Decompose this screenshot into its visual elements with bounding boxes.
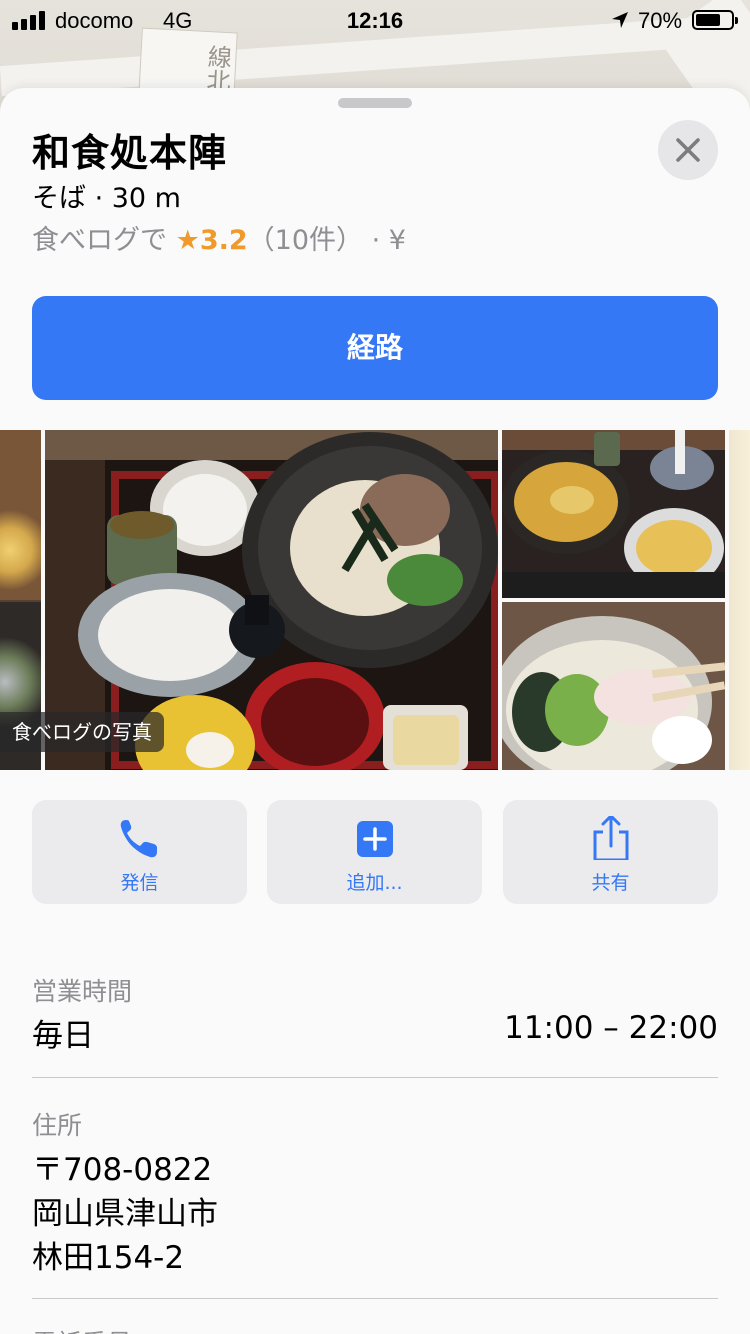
add-button-label: 追加... (346, 872, 403, 894)
divider (32, 1298, 718, 1299)
place-title: 和食処本陣 (32, 133, 228, 175)
add-button[interactable]: 追加... (267, 800, 482, 904)
location-arrow-icon (612, 12, 628, 28)
address-postal-code[interactable]: 〒708-0822 (32, 1144, 212, 1189)
photo-strip[interactable]: 食べログの写真 (0, 430, 750, 770)
hours-day: 毎日 (32, 1018, 94, 1054)
address-city[interactable]: 岡山県津山市 (32, 1188, 218, 1233)
place-sheet: 和食処本陣 そば · 30 m 食べログで ★3.2（10件） · ¥ 経路 食… (0, 88, 750, 1334)
call-button[interactable]: 発信 (32, 800, 247, 904)
rating-line[interactable]: 食べログで ★3.2（10件） · ¥ (32, 218, 406, 257)
sheet-grabber[interactable] (338, 98, 412, 108)
call-button-label: 発信 (120, 872, 159, 894)
photo-thumbnail[interactable] (502, 602, 725, 770)
action-row: 発信 追加... 共有 (32, 800, 718, 904)
price-level: · ¥ (371, 225, 406, 256)
photo-source-badge: 食べログの写真 (0, 712, 164, 752)
close-icon (676, 138, 700, 162)
directions-button[interactable]: 経路 (32, 296, 718, 400)
address-street[interactable]: 林田154-2 (32, 1232, 184, 1277)
phone-icon (120, 820, 157, 858)
place-subtitle: そば · 30 m (32, 183, 181, 214)
rating-source: 食べログで (32, 225, 167, 256)
photo-thumbnail[interactable] (502, 430, 725, 598)
hours-label: 営業時間 (32, 977, 133, 1006)
add-icon (357, 821, 393, 857)
rating-score: 3.2 (199, 225, 248, 256)
rating-count: （10件） (247, 225, 364, 256)
address-label: 住所 (32, 1111, 83, 1140)
divider (32, 1077, 718, 1078)
photo-thumbnail[interactable] (729, 430, 750, 770)
star-icon: ★ (175, 225, 200, 256)
share-button[interactable]: 共有 (503, 800, 718, 904)
battery-percent: 70% (638, 8, 683, 33)
hours-time: 11:00 – 22:00 (504, 1010, 718, 1046)
share-button-label: 共有 (591, 872, 630, 894)
status-bar: docomo 4G 12:16 70% (0, 0, 750, 40)
battery-icon (692, 10, 738, 30)
close-button[interactable] (658, 120, 718, 180)
phone-label: 電話番号 (32, 1324, 132, 1334)
share-icon (593, 816, 629, 860)
